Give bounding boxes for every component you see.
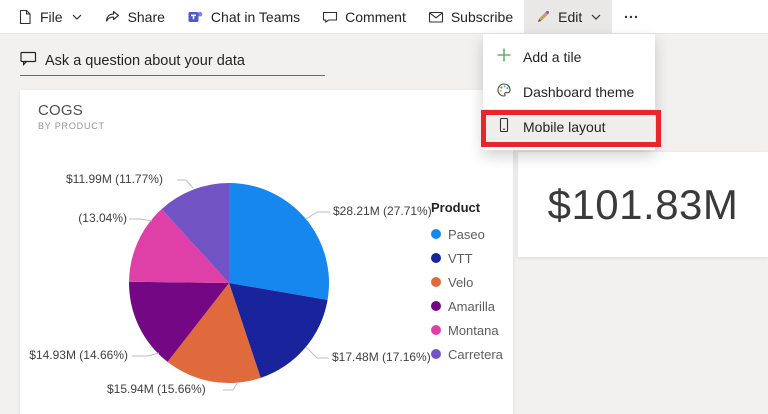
- legend-item-vtt[interactable]: VTT: [431, 246, 511, 270]
- legend-label: Carretera: [448, 346, 503, 362]
- chat-in-teams-label: Chat in Teams: [210, 8, 301, 25]
- pie-data-label-velo: $15.94M (15.66%): [107, 382, 206, 396]
- subscribe-icon: [428, 9, 444, 25]
- legend-label: Amarilla: [448, 298, 495, 314]
- label-leader-line: [305, 211, 330, 220]
- pie-slice-paseo[interactable]: [229, 183, 329, 300]
- tile-subtitle: BY PRODUCT: [38, 121, 105, 131]
- legend-label: Velo: [448, 274, 474, 290]
- label-leader-line: [305, 346, 329, 359]
- legend-item-velo[interactable]: Velo: [431, 270, 511, 294]
- pie-data-label-vtt: $17.48M (17.16%): [332, 350, 431, 364]
- more-options-button[interactable]: [612, 0, 650, 33]
- comment-button[interactable]: Comment: [311, 0, 417, 33]
- legend-title: Product: [431, 200, 481, 215]
- chevron-down-icon: [72, 14, 82, 20]
- menu-item-add-a-tile[interactable]: Add a tile: [483, 39, 655, 74]
- teams-icon: [187, 9, 204, 25]
- edit-button[interactable]: Edit: [524, 0, 613, 33]
- pie-legend: Product Paseo VTT Velo Amarilla Montana Carre…: [431, 200, 511, 366]
- phone-icon: [496, 117, 512, 136]
- card-value: $101.83M: [547, 180, 739, 228]
- file-button[interactable]: File: [6, 0, 93, 33]
- chat-in-teams-button[interactable]: Chat in Teams: [176, 0, 311, 33]
- pie-data-label-paseo: $28.21M (27.71%): [333, 204, 432, 218]
- edit-icon: [535, 9, 551, 25]
- pie-data-label-montana: (13.04%): [78, 211, 127, 225]
- menu-item-dashboard-theme[interactable]: Dashboard theme: [483, 74, 655, 109]
- more-icon: [623, 9, 639, 25]
- legend-item-montana[interactable]: Montana: [431, 318, 511, 342]
- file-icon: [17, 9, 33, 25]
- legend-label: Montana: [448, 322, 499, 338]
- chevron-down-icon: [591, 14, 601, 20]
- share-button[interactable]: Share: [93, 0, 176, 33]
- edit-dropdown-menu: Add a tile Dashboard theme Mobile layout: [483, 34, 655, 150]
- cogs-pie-tile[interactable]: COGS BY PRODUCT $28.21M (27.71%) $17.48M …: [20, 90, 513, 414]
- menu-item-label: Add a tile: [523, 48, 582, 65]
- legend-label: VTT: [448, 250, 473, 266]
- edit-label: Edit: [558, 8, 583, 25]
- palette-icon: [496, 82, 512, 101]
- ask-question-input[interactable]: Ask a question about your data: [20, 46, 325, 76]
- share-label: Share: [127, 8, 165, 25]
- comment-icon: [322, 9, 338, 25]
- legend-dot: [431, 253, 441, 263]
- subscribe-label: Subscribe: [450, 8, 514, 25]
- subscribe-button[interactable]: Subscribe: [417, 0, 524, 33]
- total-cogs-card-tile[interactable]: $101.83M: [518, 152, 768, 257]
- menu-item-label: Dashboard theme: [523, 83, 635, 100]
- comment-label: Comment: [345, 8, 406, 25]
- menu-item-label: Mobile layout: [523, 118, 606, 135]
- menu-item-mobile-layout[interactable]: Mobile layout: [483, 109, 655, 144]
- label-leader-line: [132, 352, 160, 357]
- toolbar: File Share Chat in Teams Comment Subscri…: [0, 0, 768, 34]
- share-icon: [104, 9, 121, 25]
- legend-dot: [431, 325, 441, 335]
- legend-item-amarilla[interactable]: Amarilla: [431, 294, 511, 318]
- legend-dot: [431, 229, 441, 239]
- plus-icon: [496, 47, 512, 66]
- legend-item-carretera[interactable]: Carretera: [431, 342, 511, 366]
- legend-dot: [431, 277, 441, 287]
- file-label: File: [40, 8, 63, 25]
- question-bubble-icon: [20, 51, 37, 70]
- pie-data-label-amarilla: $14.93M (14.66%): [29, 348, 128, 362]
- label-leader-line: [223, 381, 239, 391]
- legend-item-paseo[interactable]: Paseo: [431, 222, 511, 246]
- label-leader-line: [129, 218, 153, 222]
- legend-label: Paseo: [448, 226, 485, 242]
- ask-question-placeholder: Ask a question about your data: [45, 52, 245, 69]
- label-leader-line: [177, 179, 194, 189]
- legend-dot: [431, 349, 441, 359]
- pie-data-label-carretera: $11.99M (11.77%): [66, 172, 163, 186]
- legend-dot: [431, 301, 441, 311]
- tile-title: COGS: [38, 102, 83, 119]
